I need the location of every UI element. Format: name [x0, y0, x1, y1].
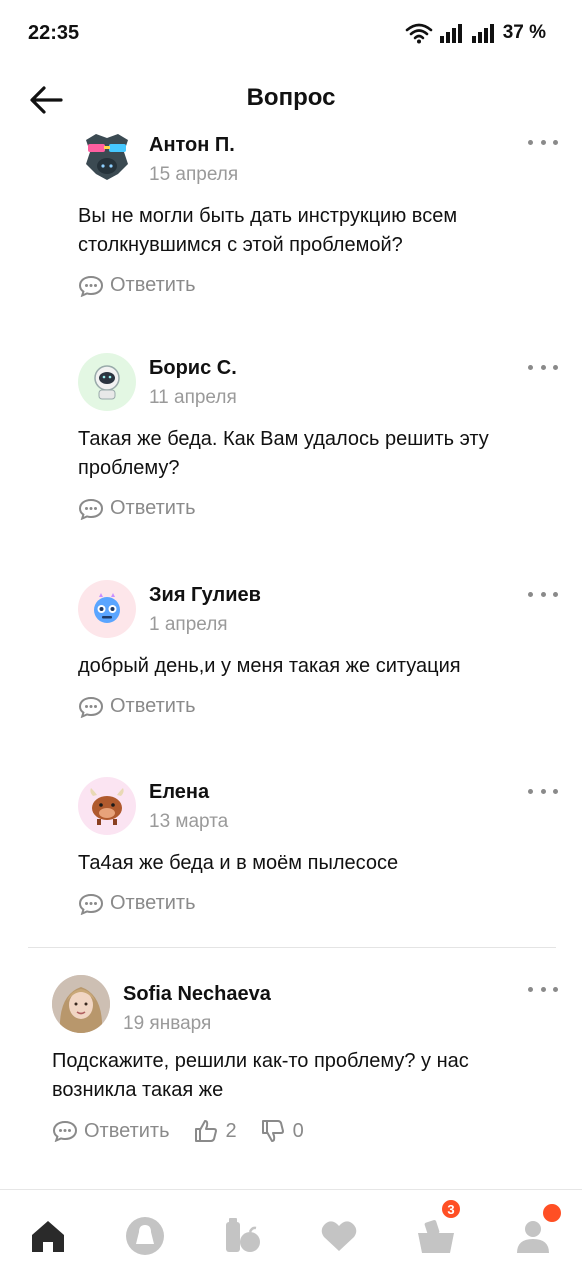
home-icon [32, 1221, 64, 1252]
heart-icon [321, 1221, 357, 1251]
nav-profile[interactable] [505, 1202, 563, 1262]
reply-button[interactable]: Ответить [78, 497, 196, 520]
comment-date: 11 апреля [149, 387, 237, 408]
avatar [78, 580, 136, 638]
comment-author: Елена [149, 781, 210, 803]
header: Вопрос [0, 68, 582, 132]
chat-bubble-icon [78, 893, 104, 915]
dislike-count: 0 [292, 1119, 304, 1142]
comment-author: Борис С. [149, 357, 237, 379]
alice-icon [126, 1217, 164, 1255]
comment-item: Елена 13 марта Та4ая же беда и в моём пы… [78, 777, 558, 915]
comment-author: Sofia Nechaeva [123, 983, 271, 1005]
comment-author: Антон П. [149, 134, 235, 156]
more-options-button[interactable] [528, 979, 558, 999]
bottom-nav: 3 [0, 1189, 582, 1280]
comment-item: Антон П. 15 апреля Вы не могли быть дать… [78, 130, 558, 297]
yak-avatar-icon [90, 788, 124, 825]
profile-notification-dot [541, 1202, 563, 1224]
reply-button[interactable]: Ответить [52, 1120, 170, 1143]
cart-icon [418, 1220, 454, 1253]
comment-date: 1 апреля [149, 614, 228, 635]
signal-icon-2 [471, 24, 494, 43]
comment-item: Борис С. 11 апреля Такая же беда. Как Ва… [78, 353, 558, 520]
cart-badge: 3 [440, 1198, 462, 1220]
reply-button[interactable]: Ответить [78, 274, 196, 297]
dislike-button[interactable]: 0 [261, 1119, 304, 1143]
more-options-button[interactable] [528, 781, 558, 801]
comment-item: Зия Гулиев 1 апреля добрый день,и у меня… [78, 580, 558, 718]
comment-date: 19 января [123, 1013, 212, 1034]
status-bar: 22:35 37 % [0, 0, 582, 68]
comment-author: Зия Гулиев [149, 584, 261, 606]
reply-label: Ответить [110, 695, 196, 717]
nav-home[interactable] [20, 1210, 76, 1262]
reply-label: Ответить [110, 274, 196, 296]
nav-alice[interactable] [117, 1210, 173, 1262]
battery-percent: 37 % [502, 22, 546, 43]
avatar [78, 777, 136, 835]
comment-text: добрый день,и у меня такая же ситуация [78, 655, 461, 677]
user-photo-avatar [52, 975, 110, 1033]
monkey-avatar-icon [86, 134, 128, 180]
nav-catalog[interactable] [214, 1210, 270, 1262]
chat-bubble-icon [78, 696, 104, 718]
chat-bubble-icon [52, 1120, 78, 1142]
divider [28, 947, 556, 948]
comment-text: Та4ая же беда и в моём пылесосе [78, 852, 399, 874]
reply-button[interactable]: Ответить [78, 695, 196, 718]
avatar [78, 130, 136, 188]
chat-bubble-icon [78, 275, 104, 297]
avatar [78, 353, 136, 411]
more-options-button[interactable] [528, 132, 558, 152]
status-icons: 37 % [405, 22, 546, 44]
more-options-button[interactable] [528, 584, 558, 604]
comment-date: 15 апреля [149, 164, 239, 185]
thumbs-up-icon [194, 1120, 217, 1142]
page-title: Вопрос [246, 84, 336, 111]
more-options-button[interactable] [528, 357, 558, 377]
comment-text: Подскажите, решили как-то проблему? у на… [52, 1050, 469, 1101]
like-button[interactable]: 2 [194, 1119, 237, 1143]
comment-date: 13 марта [149, 811, 229, 832]
robot-avatar-icon [94, 593, 120, 623]
status-time: 22:35 [28, 22, 80, 44]
wifi-icon [405, 23, 432, 44]
grocery-icon [226, 1218, 260, 1252]
top-comment: Sofia Nechaeva 19 января Подскажите, реш… [52, 975, 558, 1143]
comment-text: Вы не могли быть дать инструкцию всем ст… [78, 205, 458, 256]
astronaut-avatar-icon [94, 365, 120, 400]
like-count: 2 [225, 1119, 237, 1142]
thumbs-down-icon [261, 1120, 284, 1142]
reply-label: Ответить [84, 1119, 170, 1142]
nav-favorites[interactable] [311, 1210, 367, 1262]
reply-button[interactable]: Ответить [78, 892, 196, 915]
reply-label: Ответить [110, 497, 196, 519]
reply-label: Ответить [110, 892, 196, 914]
nav-cart[interactable]: 3 [408, 1198, 464, 1262]
signal-icon [439, 24, 462, 43]
comment-text: Такая же беда. Как Вам удалось решить эт… [78, 428, 489, 479]
avatar [52, 975, 110, 1033]
chat-bubble-icon [78, 498, 104, 520]
